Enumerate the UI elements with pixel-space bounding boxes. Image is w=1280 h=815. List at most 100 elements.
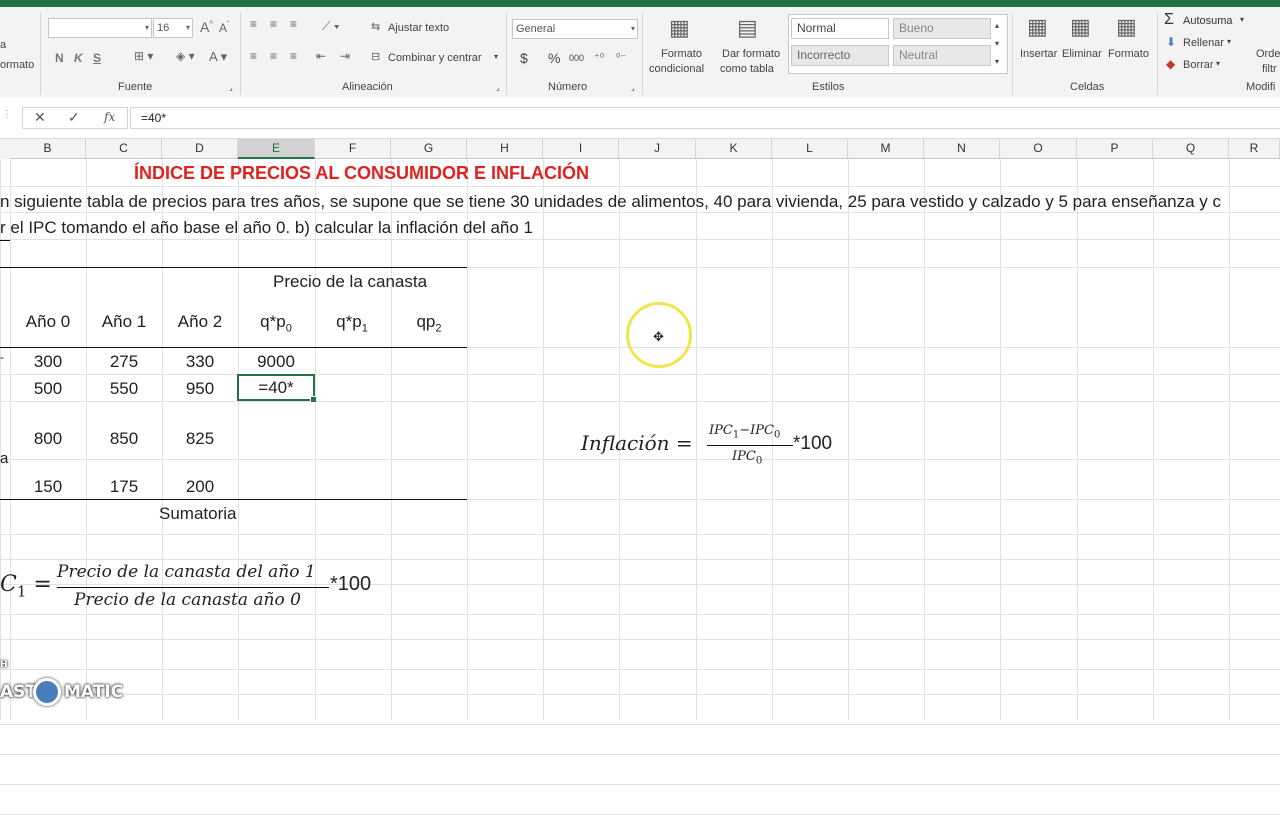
orientation-icon[interactable]: ⟋ ▾ — [322, 19, 340, 34]
cancel-icon[interactable]: ✕ — [34, 109, 46, 126]
style-neutral[interactable]: Neutral — [893, 45, 991, 66]
formula-input[interactable]: =40* — [130, 107, 1280, 129]
eraser-icon[interactable]: ◆ — [1166, 57, 1175, 71]
conditional-format-line2[interactable]: condicional — [649, 63, 704, 75]
column-header-r[interactable]: R — [1229, 139, 1280, 159]
align-left-icon[interactable]: ≡ — [250, 49, 257, 63]
cell-c-row3[interactable]: 850 — [86, 429, 162, 449]
cell-e-row1[interactable]: 9000 — [238, 352, 314, 372]
cell-d-row3[interactable]: 825 — [162, 429, 238, 449]
increase-decimal-icon[interactable]: ⁺⁰ — [594, 51, 604, 64]
sort-filter-line2[interactable]: filtr — [1262, 63, 1277, 75]
format-table-line1[interactable]: Dar formato — [722, 48, 780, 60]
insert-function-icon[interactable]: fx — [104, 110, 115, 124]
cell-b-row3[interactable]: 800 — [10, 429, 86, 449]
styles-scroll-up-icon[interactable]: ▴ — [995, 21, 999, 30]
merge-center-icon[interactable]: ⊟ — [371, 50, 380, 63]
column-header-p[interactable]: P — [1077, 139, 1153, 159]
delete-icon[interactable]: ▦ — [1070, 14, 1091, 40]
number-format-combo[interactable]: General ▾ — [512, 19, 638, 39]
format-as-table-icon[interactable]: ▤ — [737, 15, 758, 41]
column-header-m[interactable]: M — [848, 139, 924, 159]
format-cells-button[interactable]: Formato — [1108, 48, 1149, 60]
autosum-button[interactable]: Autosuma — [1183, 15, 1233, 27]
autosum-icon[interactable]: Σ — [1164, 11, 1174, 29]
fill-icon[interactable]: ⬇ — [1166, 35, 1176, 49]
cell-b-row1[interactable]: 300 — [10, 352, 86, 372]
conditional-format-icon[interactable]: ▦ — [669, 15, 690, 41]
cell-c-row4[interactable]: 175 — [86, 477, 162, 497]
increase-font-icon[interactable]: A^ — [200, 19, 213, 35]
style-bad[interactable]: Incorrecto — [791, 45, 889, 66]
align-top-icon[interactable]: ≡ — [250, 17, 257, 31]
header-year0: Año 0 — [25, 312, 71, 331]
align-middle-icon[interactable]: ≡ — [270, 17, 277, 31]
format-table-line2[interactable]: como tabla — [720, 63, 774, 75]
fill-color-icon[interactable]: ◈ ▾ — [176, 49, 195, 63]
italic-button[interactable]: K — [74, 51, 83, 65]
number-dialog-launcher-icon[interactable]: ⌟ — [631, 83, 635, 92]
clear-button[interactable]: Borrar — [1183, 59, 1214, 71]
enter-icon[interactable]: ✓ — [68, 109, 80, 126]
alignment-dialog-launcher-icon[interactable]: ⌟ — [496, 83, 500, 92]
column-header-f[interactable]: F — [315, 139, 391, 159]
insert-icon[interactable]: ▦ — [1027, 14, 1048, 40]
currency-button[interactable]: $ — [520, 50, 528, 66]
decrease-decimal-icon[interactable]: ⁰⁻ — [616, 51, 626, 64]
cell-d-row2[interactable]: 950 — [162, 379, 238, 399]
cell-e-row2-editing[interactable]: =40* — [238, 378, 314, 398]
style-good[interactable]: Bueno — [893, 18, 991, 39]
column-header-o[interactable]: O — [1000, 139, 1077, 159]
column-header-e[interactable]: E — [238, 139, 315, 159]
clear-dropdown-icon[interactable]: ▾ — [1216, 59, 1220, 68]
borders-icon[interactable]: ⊞ ▾ — [134, 49, 153, 63]
increase-indent-icon[interactable]: ⇥ — [340, 49, 350, 63]
decrease-indent-icon[interactable]: ⇤ — [316, 49, 326, 63]
cell-c-row2[interactable]: 550 — [86, 379, 162, 399]
format-cells-icon[interactable]: ▦ — [1116, 14, 1137, 40]
cell-d-row4[interactable]: 200 — [162, 477, 238, 497]
column-header-k[interactable]: K — [696, 139, 772, 159]
font-name-combo[interactable]: ▾ — [48, 18, 152, 38]
autosum-dropdown-icon[interactable]: ▾ — [1240, 15, 1244, 24]
fill-dropdown-icon[interactable]: ▾ — [1227, 37, 1231, 46]
underline-button[interactable]: S — [93, 51, 101, 65]
column-header-d[interactable]: D — [162, 139, 238, 159]
merge-center-button[interactable]: Combinar y centrar — [388, 52, 482, 64]
font-dialog-launcher-icon[interactable]: ⌟ — [229, 83, 233, 92]
thousands-button[interactable]: 000 — [569, 53, 584, 63]
align-center-icon[interactable]: ≡ — [270, 49, 277, 63]
cell-b-row2[interactable]: 500 — [10, 379, 86, 399]
column-header-g[interactable]: G — [391, 139, 467, 159]
name-box-cut[interactable]: ⋮ — [0, 109, 12, 127]
column-header-n[interactable]: N — [924, 139, 1000, 159]
style-normal[interactable]: Normal — [791, 18, 889, 39]
font-color-icon[interactable]: A ▾ — [209, 49, 227, 65]
cell-c-row1[interactable]: 275 — [86, 352, 162, 372]
column-header-q[interactable]: Q — [1153, 139, 1229, 159]
merge-dropdown-icon[interactable]: ▾ — [494, 52, 498, 61]
percent-button[interactable]: % — [548, 50, 560, 66]
decrease-font-icon[interactable]: Aˇ — [219, 20, 230, 35]
column-header-l[interactable]: L — [772, 139, 848, 159]
fill-button[interactable]: Rellenar — [1183, 37, 1224, 49]
insert-button[interactable]: Insertar — [1020, 48, 1057, 60]
styles-more-icon[interactable]: ▾ — [995, 57, 999, 66]
conditional-format-line1[interactable]: Formato — [661, 48, 702, 60]
column-header-j[interactable]: J — [619, 139, 696, 159]
column-header-b[interactable]: B — [10, 139, 86, 159]
wrap-text-button[interactable]: Ajustar texto — [388, 22, 449, 34]
column-header-c[interactable]: C — [86, 139, 162, 159]
align-right-icon[interactable]: ≡ — [290, 49, 297, 63]
column-header-i[interactable]: I — [543, 139, 619, 159]
sort-filter-line1[interactable]: Orde — [1256, 48, 1280, 60]
column-header-h[interactable]: H — [467, 139, 543, 159]
cell-d-row1[interactable]: 330 — [162, 352, 238, 372]
wrap-text-icon[interactable]: ⇆ — [371, 20, 380, 33]
align-bottom-icon[interactable]: ≡ — [290, 17, 297, 31]
delete-button[interactable]: Eliminar — [1062, 48, 1102, 60]
bold-button[interactable]: N — [55, 51, 64, 65]
font-size-combo[interactable]: 16 ▾ — [153, 18, 193, 38]
styles-scroll-down-icon[interactable]: ▾ — [995, 39, 999, 48]
cell-b-row4[interactable]: 150 — [10, 477, 86, 497]
